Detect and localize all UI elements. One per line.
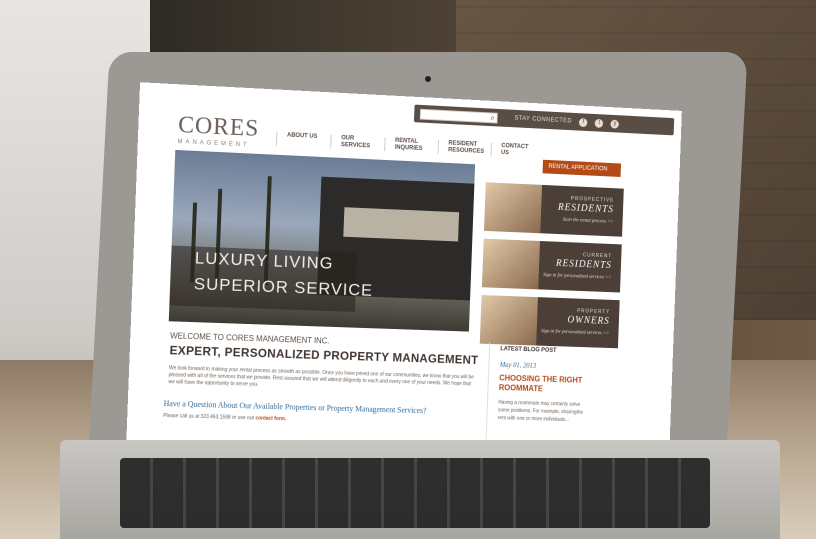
top-utility-bar: ⌕ STAY CONNECTED f t y bbox=[413, 104, 675, 136]
card-photo bbox=[479, 295, 538, 346]
camera-icon bbox=[425, 76, 431, 82]
card-title: RESIDENTS bbox=[555, 258, 612, 271]
card-subtitle: Sign in for personalized services >> bbox=[543, 273, 612, 281]
main-nav: ABOUT US OUR SERVICES RENTAL INQURIES RE… bbox=[275, 131, 544, 159]
page-headline: EXPERT, PERSONALIZED PROPERTY MANAGEMENT bbox=[169, 343, 479, 367]
laptop-screen: ⌕ STAY CONNECTED f t y CORES MANAGEMENT … bbox=[125, 82, 682, 466]
stay-connected-label: STAY CONNECTED bbox=[514, 115, 572, 125]
card-property-owners[interactable]: PROPERTY OWNERS Sign in for personalized… bbox=[479, 295, 620, 349]
card-kicker: CURRENT bbox=[582, 252, 613, 260]
nav-contact-us[interactable]: CONTACT US bbox=[490, 142, 544, 159]
nav-resident-resources[interactable]: RESIDENT RESOURCES bbox=[437, 140, 492, 157]
blog-date: May 01, 2013 bbox=[499, 360, 537, 370]
twitter-icon[interactable]: t bbox=[594, 118, 604, 128]
call-us-text: Please call us at 323.463.1598 or use ou… bbox=[163, 413, 286, 422]
nav-about-us[interactable]: ABOUT US bbox=[275, 131, 331, 149]
card-photo bbox=[483, 182, 543, 234]
blog-title-link[interactable]: CHOOSING THE RIGHT ROOMMATE bbox=[499, 373, 612, 396]
card-prospective-residents[interactable]: PROSPECTIVE RESIDENTS Start the rental p… bbox=[483, 182, 624, 237]
card-title: OWNERS bbox=[567, 314, 610, 327]
nav-our-services[interactable]: OUR SERVICES bbox=[330, 134, 385, 152]
contact-form-link[interactable]: contact form. bbox=[255, 415, 286, 422]
card-title: RESIDENTS bbox=[557, 202, 614, 216]
logo-main: CORES bbox=[177, 112, 260, 143]
card-kicker: PROPERTY bbox=[577, 308, 611, 316]
nav-rental-inquiries[interactable]: RENTAL INQURIES bbox=[384, 137, 439, 154]
card-subtitle: Sign in for personalized services >> bbox=[540, 329, 610, 337]
search-icon[interactable]: ⌕ bbox=[490, 113, 495, 123]
blog-divider bbox=[485, 342, 491, 449]
question-heading: Have a Question About Our Available Prop… bbox=[163, 398, 427, 416]
facebook-icon[interactable]: f bbox=[579, 117, 588, 127]
call-us-prefix: Please call us at 323.463.1598 or use ou… bbox=[163, 412, 255, 422]
hero-building-balcony bbox=[343, 207, 460, 242]
search-input[interactable]: ⌕ bbox=[419, 108, 498, 124]
blog-excerpt: Having a roommate may certainly solve so… bbox=[497, 399, 584, 424]
laptop-keyboard bbox=[120, 458, 710, 528]
rental-application-button[interactable]: RENTAL APPLICATION bbox=[542, 159, 622, 177]
youtube-icon[interactable]: y bbox=[610, 119, 620, 129]
hero-banner[interactable]: LUXURY LIVING SUPERIOR SERVICE bbox=[168, 149, 476, 332]
intro-paragraph: We look forward to making your rental pr… bbox=[168, 365, 474, 388]
blog-label: LATEST BLOG POST bbox=[500, 346, 557, 354]
card-subtitle: Start the rental process >> bbox=[562, 217, 614, 225]
logo[interactable]: CORES MANAGEMENT bbox=[177, 112, 259, 149]
card-photo bbox=[481, 238, 541, 290]
card-current-residents[interactable]: CURRENT RESIDENTS Sign in for personaliz… bbox=[481, 238, 622, 293]
